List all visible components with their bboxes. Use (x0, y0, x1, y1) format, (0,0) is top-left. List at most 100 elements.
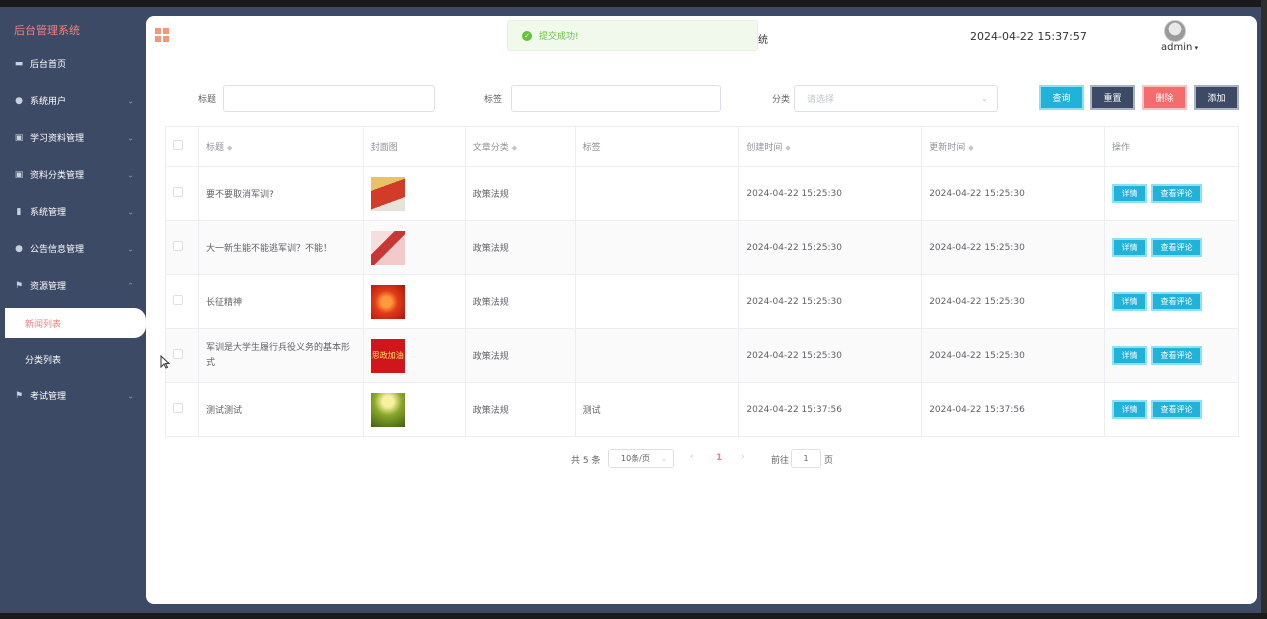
chevron-down-icon: ⌄ (127, 170, 134, 179)
sidebar-item-exams[interactable]: ⚑ 考试管理 ⌄ (0, 377, 146, 414)
user-icon: ● (15, 95, 23, 106)
cell-title: 军训是大学生履行兵役义务的基本形式 (197, 328, 364, 383)
row-checkbox[interactable] (173, 349, 183, 359)
detail-button[interactable]: 详情 (1112, 184, 1148, 203)
row-checkbox[interactable] (173, 241, 183, 251)
flag-icon: ⚑ (14, 280, 24, 291)
row-checkbox[interactable] (173, 295, 183, 305)
brand-title: 后台管理系统 (14, 24, 80, 37)
cell-title: 大一新生能不能逃军训？不能！ (197, 220, 364, 275)
view-comments-button[interactable]: 查看评论 (1151, 292, 1203, 311)
sidebar-item-label: 资源管理 (30, 282, 67, 292)
news-table: 标题 ◆ 封面图 文章分类 ◆ 标签 创建时间 ◆ 更新时间 ◆ 操作 要不要取消军训?… (165, 126, 1239, 437)
cell-updated: 2024-04-22 15:25:30 (921, 274, 1106, 329)
query-button[interactable]: 查询 (1039, 85, 1084, 110)
col-header-cover: 封面图 (362, 126, 466, 167)
chevron-down-icon: ⌄ (127, 244, 134, 253)
chevron-down-icon: ⌄ (127, 391, 134, 400)
view-comments-button[interactable]: 查看评论 (1151, 238, 1203, 257)
sidebar-subitem-news-list[interactable]: 新闻列表 (5, 308, 146, 338)
table-row: 长征精神 政策法规 2024-04-22 15:25:30 2024-04-22… (165, 274, 1239, 329)
select-all-checkbox[interactable] (173, 140, 183, 150)
category-select-placeholder: 请选择 (807, 95, 835, 105)
title-filter-input[interactable] (223, 85, 435, 112)
cover-image[interactable] (370, 392, 405, 427)
detail-button[interactable]: 详情 (1112, 292, 1148, 311)
menu-toggle-icon[interactable] (155, 28, 169, 42)
sidebar-item-users[interactable]: ● 系统用户 ⌄ (0, 82, 146, 119)
cell-updated: 2024-04-22 15:25:30 (921, 166, 1106, 221)
page-size-select[interactable]: 10条/页 ⌄ (608, 449, 674, 468)
col-header-actions: 操作 (1104, 126, 1239, 167)
sidebar-item-material-categories[interactable]: ▣ 资料分类管理 ⌄ (0, 156, 146, 193)
view-comments-button[interactable]: 查看评论 (1151, 346, 1203, 365)
flag-icon: ⚑ (14, 390, 24, 401)
sidebar-item-notices[interactable]: ● 公告信息管理 ⌄ (0, 230, 146, 267)
delete-button[interactable]: 删除 (1142, 85, 1187, 110)
right-edge (1261, 0, 1267, 619)
cell-updated: 2024-04-22 15:25:30 (921, 220, 1106, 275)
view-comments-button[interactable]: 查看评论 (1151, 184, 1203, 203)
page-number-current[interactable]: 1 (716, 453, 722, 463)
tag-filter-input[interactable] (511, 85, 721, 112)
col-header-title[interactable]: 标题 ◆ (197, 126, 364, 167)
sidebar-subitem-category-list[interactable]: 分类列表 (0, 344, 146, 374)
bar-chart-icon: ▮ (16, 206, 22, 217)
row-checkbox[interactable] (173, 403, 183, 413)
detail-button[interactable]: 详情 (1112, 346, 1148, 365)
user-menu[interactable]: admin ▾ (1161, 42, 1198, 53)
table-row: 要不要取消军训? 政策法规 2024-04-22 15:25:30 2024-0… (165, 166, 1239, 221)
sidebar-subitem-label: 新闻列表 (25, 319, 62, 330)
cell-updated: 2024-04-22 15:37:56 (921, 382, 1106, 437)
cell-created: 2024-04-22 15:25:30 (738, 220, 923, 275)
caret-down-icon: ▾ (1192, 44, 1199, 52)
reset-button[interactable]: 重置 (1090, 85, 1135, 110)
detail-button[interactable]: 详情 (1112, 238, 1148, 257)
monitor-icon: ▬ (14, 58, 24, 69)
chevron-down-icon: ⌄ (127, 96, 134, 105)
success-toast: ✓ 提交成功! (507, 20, 758, 51)
chevron-down-icon: ⌄ (127, 207, 134, 216)
col-header-created[interactable]: 创建时间 ◆ (738, 126, 923, 167)
avatar[interactable] (1164, 20, 1186, 42)
sidebar-item-resources[interactable]: ⚑ 资源管理 ⌃ (0, 267, 146, 304)
system-title: 统 (758, 35, 768, 46)
sidebar-item-label: 系统管理 (30, 208, 67, 218)
goto-page-input[interactable]: 1 (791, 449, 821, 468)
view-comments-button[interactable]: 查看评论 (1151, 400, 1203, 419)
next-page-button[interactable]: › (741, 452, 745, 462)
table-row: 测试测试 政策法规 测试 2024-04-22 15:37:56 2024-04… (165, 382, 1239, 437)
cover-image[interactable] (370, 176, 405, 211)
sort-icon: ◆ (511, 144, 518, 152)
sidebar-item-system[interactable]: ▮ 系统管理 ⌄ (0, 193, 146, 230)
info-icon: ● (15, 243, 23, 254)
row-checkbox[interactable] (173, 187, 183, 197)
prev-page-button[interactable]: ‹ (690, 452, 694, 462)
cell-category: 政策法规 (464, 382, 576, 437)
cover-image[interactable] (370, 284, 405, 319)
cover-image[interactable]: 思政加油 (370, 338, 405, 373)
add-button[interactable]: 添加 (1194, 85, 1239, 110)
sort-icon: ◆ (968, 144, 974, 152)
page-size-value: 10条/页 (621, 454, 650, 463)
cell-tag (574, 328, 740, 383)
cover-image[interactable] (370, 230, 405, 265)
chevron-up-icon: ⌃ (127, 281, 134, 290)
sidebar-item-materials[interactable]: ▣ 学习资料管理 ⌄ (0, 119, 146, 156)
pagination-total: 共 5 条 (571, 456, 601, 466)
col-header-category[interactable]: 文章分类 ◆ (464, 126, 576, 167)
sidebar-subitem-label: 分类列表 (25, 355, 62, 366)
col-header-updated[interactable]: 更新时间 ◆ (921, 126, 1106, 167)
title-filter-label: 标题 (198, 95, 217, 105)
category-select[interactable]: 请选择 ⌄ (794, 85, 998, 112)
top-edge (0, 0, 1267, 7)
detail-button[interactable]: 详情 (1112, 400, 1148, 419)
cell-category: 政策法规 (464, 166, 576, 221)
cell-tag (574, 166, 740, 221)
sidebar-item-home[interactable]: ▬ 后台首页 (0, 45, 146, 82)
cell-title: 要不要取消军训? (197, 166, 364, 221)
sidebar-item-label: 公告信息管理 (30, 245, 85, 255)
doc-icon: ▣ (14, 132, 24, 143)
tag-filter-label: 标签 (484, 95, 503, 105)
success-check-icon: ✓ (522, 30, 532, 41)
